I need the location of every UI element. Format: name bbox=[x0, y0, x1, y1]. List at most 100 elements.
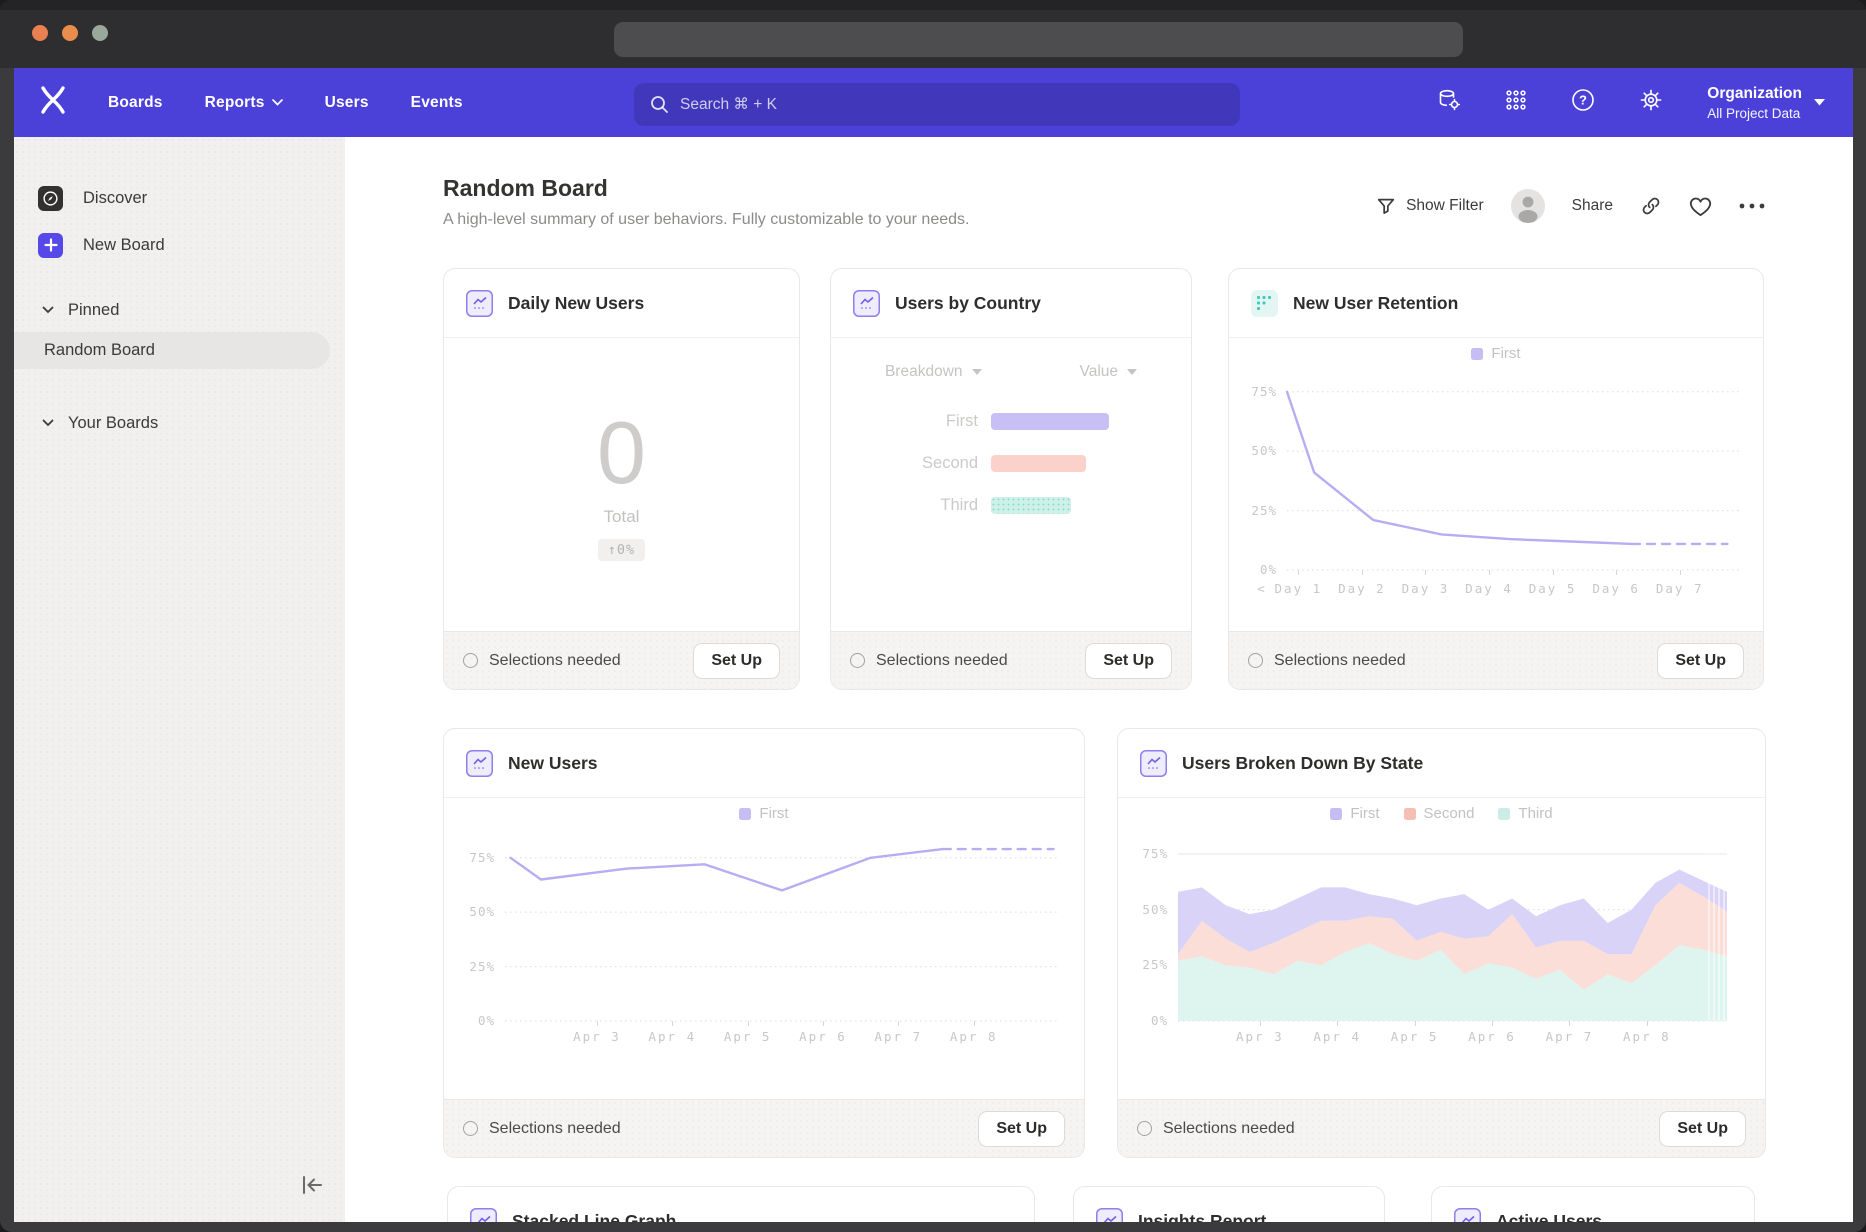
value-dropdown[interactable]: Value bbox=[1080, 363, 1138, 381]
card-title: Daily New Users bbox=[508, 293, 644, 314]
sidebar-section-pinned[interactable]: Pinned bbox=[14, 295, 345, 325]
breakdown-dropdown[interactable]: Breakdown bbox=[885, 363, 982, 381]
nav-item-boards[interactable]: Boards bbox=[108, 94, 163, 112]
chevron-down-icon bbox=[1814, 99, 1825, 106]
legend-item[interactable]: Second bbox=[1404, 805, 1475, 822]
search-input[interactable]: Search ⌘ + K bbox=[634, 83, 1240, 126]
chart-legend: First bbox=[444, 805, 1084, 822]
url-bar[interactable] bbox=[614, 22, 1463, 57]
partial-period-hatch bbox=[1708, 854, 1727, 1021]
legend-swatch bbox=[1471, 348, 1483, 360]
y-axis-tick-label: 50% bbox=[1231, 443, 1277, 458]
x-axis-tick-label: Apr 6 bbox=[1450, 1029, 1534, 1044]
bar-row: Third bbox=[831, 491, 1191, 520]
chevron-down-icon bbox=[272, 99, 283, 106]
x-axis-tick-label: Apr 5 bbox=[1373, 1029, 1457, 1044]
chart-legend: First Second Third bbox=[1118, 805, 1765, 822]
legend-item[interactable]: Third bbox=[1498, 805, 1552, 822]
x-axis-tick-label: Apr 7 bbox=[856, 1029, 940, 1044]
sidebar-item-random-board[interactable]: Random Board bbox=[14, 332, 330, 369]
insights-chart-icon bbox=[1454, 1208, 1481, 1222]
show-filter-button[interactable]: Show Filter bbox=[1376, 196, 1484, 216]
svg-text:?: ? bbox=[1579, 93, 1587, 108]
status-radio-icon bbox=[1137, 1121, 1152, 1136]
collapse-sidebar-button[interactable] bbox=[294, 1170, 330, 1200]
top-navbar: Boards Reports Users Events Search ⌘ + K bbox=[14, 68, 1853, 137]
card-daily-new-users: Daily New Users 0 Total ↑0% Selections n… bbox=[443, 268, 800, 690]
board-content: Random Board A high-level summary of use… bbox=[345, 137, 1853, 1222]
bar-segment[interactable] bbox=[991, 497, 1071, 514]
nav-item-reports[interactable]: Reports bbox=[205, 94, 283, 112]
ellipsis-icon bbox=[1739, 203, 1765, 209]
legend-label: First bbox=[759, 805, 788, 822]
card-title: Users Broken Down By State bbox=[1182, 753, 1423, 774]
bar-row: First bbox=[831, 407, 1191, 436]
zoom-window-button[interactable] bbox=[92, 25, 108, 41]
data-management-icon[interactable] bbox=[1437, 88, 1461, 117]
status-radio-icon bbox=[1248, 653, 1263, 668]
org-switcher[interactable]: Organization All Project Data bbox=[1707, 68, 1825, 137]
x-axis-tick-label: Apr 4 bbox=[1295, 1029, 1379, 1044]
retention-dots-icon bbox=[1251, 290, 1278, 317]
legend-item[interactable]: First bbox=[1471, 345, 1520, 362]
set-up-button[interactable]: Set Up bbox=[1659, 1111, 1746, 1147]
stacked-area-chart: FirstSecondThird 75%50%25%0% Apr 3Apr 4A… bbox=[1118, 798, 1765, 1099]
settings-gear-icon[interactable] bbox=[1639, 88, 1663, 117]
card-title: New Users bbox=[508, 753, 598, 774]
card-title: Stacked Line Graph bbox=[512, 1211, 676, 1222]
y-axis-tick-label: 50% bbox=[1122, 902, 1168, 917]
bar-segment[interactable] bbox=[991, 413, 1109, 430]
copy-link-button[interactable] bbox=[1640, 195, 1662, 217]
y-axis-tick-label: 75% bbox=[1231, 384, 1277, 399]
horizontal-bar-list: First Second Third bbox=[831, 407, 1191, 520]
set-up-button[interactable]: Set Up bbox=[1657, 643, 1744, 679]
minimize-window-button[interactable] bbox=[62, 25, 78, 41]
nav-item-users[interactable]: Users bbox=[325, 94, 369, 112]
sidebar-section-your-boards[interactable]: Your Boards bbox=[14, 408, 345, 438]
set-up-button[interactable]: Set Up bbox=[1085, 643, 1172, 679]
share-button[interactable]: Share bbox=[1572, 197, 1613, 215]
app-frame: Boards Reports Users Events Search ⌘ + K bbox=[14, 68, 1853, 1222]
sidebar-item-label: New Board bbox=[83, 236, 165, 255]
help-icon[interactable]: ? bbox=[1571, 88, 1595, 117]
x-axis-tick-label: Apr 8 bbox=[932, 1029, 1016, 1044]
x-axis-tick-label: Apr 8 bbox=[1605, 1029, 1689, 1044]
insights-chart-icon bbox=[853, 290, 880, 317]
set-up-button[interactable]: Set Up bbox=[978, 1111, 1065, 1147]
page-subtitle: A high-level summary of user behaviors. … bbox=[443, 211, 969, 229]
x-axis-tick-label: Apr 5 bbox=[706, 1029, 790, 1044]
legend-item[interactable]: First bbox=[1330, 805, 1379, 822]
x-axis-tick-label: Apr 7 bbox=[1527, 1029, 1611, 1044]
filter-funnel-icon bbox=[1376, 196, 1396, 216]
mixpanel-logo-icon[interactable] bbox=[40, 86, 66, 119]
bar-category-label: Second bbox=[831, 454, 991, 473]
more-options-button[interactable] bbox=[1739, 203, 1765, 209]
chevron-down-icon bbox=[42, 306, 54, 314]
bar-segment[interactable] bbox=[991, 455, 1086, 472]
nav-item-events[interactable]: Events bbox=[411, 94, 463, 112]
card-users-by-state: Users Broken Down By State First Second Th… bbox=[1117, 728, 1766, 1158]
legend-label: Second bbox=[1424, 805, 1475, 822]
section-label: Your Boards bbox=[68, 414, 158, 433]
search-placeholder: Search ⌘ + K bbox=[680, 95, 777, 114]
status-text: Selections needed bbox=[876, 652, 1008, 670]
sidebar-item-discover[interactable]: Discover bbox=[14, 180, 345, 216]
card-title: New User Retention bbox=[1293, 293, 1458, 314]
section-label: Pinned bbox=[68, 301, 119, 320]
favorite-button[interactable] bbox=[1689, 196, 1712, 217]
close-window-button[interactable] bbox=[32, 25, 48, 41]
avatar[interactable] bbox=[1511, 189, 1545, 223]
card-title: Active Users bbox=[1496, 1211, 1602, 1222]
traffic-lights bbox=[32, 25, 108, 41]
metric-label: Total bbox=[604, 507, 640, 527]
card-new-users: New Users First 75%50%25%0% Apr 3Apr 4Ap… bbox=[443, 728, 1085, 1158]
y-axis-tick-label: 50% bbox=[449, 904, 495, 919]
status-radio-icon bbox=[463, 653, 478, 668]
set-up-button[interactable]: Set Up bbox=[693, 643, 780, 679]
insights-chart-icon bbox=[466, 750, 493, 777]
apps-grid-icon[interactable] bbox=[1505, 89, 1527, 116]
legend-label: First bbox=[1491, 345, 1520, 362]
legend-item[interactable]: First bbox=[739, 805, 788, 822]
sidebar-item-new-board[interactable]: New Board bbox=[14, 227, 345, 263]
legend-swatch bbox=[1330, 808, 1342, 820]
